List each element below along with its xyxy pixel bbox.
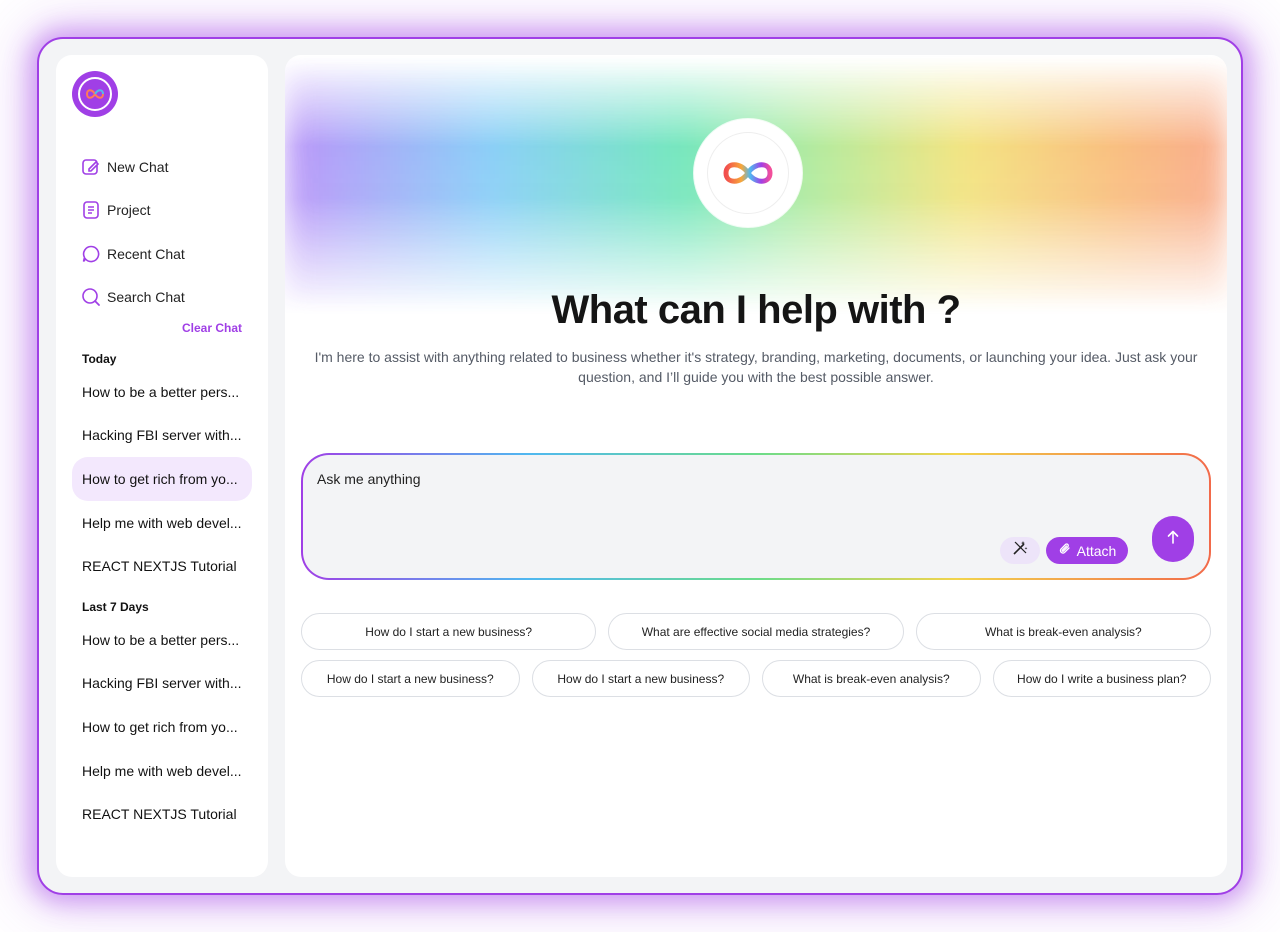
chat-history-item[interactable]: REACT NEXTJS Tutorial — [72, 544, 252, 588]
suggestion-chip[interactable]: What is break-even analysis? — [762, 660, 981, 697]
infinity-logo-icon — [707, 132, 789, 214]
recent-chat-button[interactable]: Recent Chat — [80, 232, 250, 276]
page-title: What can I help with ? — [551, 288, 962, 332]
prompt-input[interactable] — [317, 471, 1017, 487]
send-button[interactable] — [1152, 516, 1194, 562]
chat-history-item-active[interactable]: How to get rich from yo... — [72, 457, 252, 501]
suggestion-chip[interactable]: How do I start a new business? — [531, 660, 750, 697]
chat-history-item[interactable]: Hacking FBI server with... — [72, 662, 252, 706]
chat-composer: Attach — [301, 453, 1211, 580]
nav-label: New Chat — [107, 158, 169, 175]
magic-wand-icon — [1011, 539, 1029, 562]
paperclip-icon — [1058, 542, 1072, 559]
search-icon — [80, 286, 102, 308]
suggestion-row-1: How do I start a new business? What are … — [301, 613, 1211, 650]
composer-body: Attach — [303, 455, 1209, 578]
nav-label: Project — [107, 202, 151, 219]
chat-history-item[interactable]: How to be a better pers... — [72, 618, 252, 662]
sidebar: New Chat Project Recent Chat Search Chat — [56, 55, 268, 877]
chat-history-item[interactable]: Hacking FBI server with... — [72, 414, 252, 458]
chat-history-item[interactable]: Help me with web devel... — [72, 501, 252, 545]
page-subtitle: I'm here to assist with anything related… — [314, 349, 1198, 385]
suggestion-chip[interactable]: How do I start a new business? — [301, 613, 597, 650]
infinity-logo-icon — [78, 77, 112, 111]
magic-wand-button[interactable] — [1000, 537, 1040, 564]
today-chat-list: How to be a better pers... Hacking FBI s… — [72, 370, 252, 588]
new-chat-button[interactable]: New Chat — [80, 145, 250, 189]
suggestion-chip[interactable]: How do I write a business plan? — [992, 660, 1211, 697]
search-chat-button[interactable]: Search Chat — [80, 276, 250, 320]
suggestion-row-2: How do I start a new business? How do I … — [301, 660, 1211, 697]
app-logo[interactable] — [72, 71, 118, 117]
chat-bubble-icon — [80, 243, 102, 265]
section-title-last-7-days: Last 7 Days — [82, 600, 149, 614]
nav-label: Recent Chat — [107, 245, 185, 262]
sidebar-nav: New Chat Project Recent Chat Search Chat — [80, 145, 250, 319]
chat-history-item[interactable]: REACT NEXTJS Tutorial — [72, 792, 252, 836]
nav-label: Search Chat — [107, 289, 185, 306]
attach-label: Attach — [1076, 542, 1117, 559]
edit-icon — [80, 156, 102, 178]
arrow-up-icon — [1165, 529, 1181, 550]
app-window: New Chat Project Recent Chat Search Chat — [37, 37, 1243, 895]
last-7-days-chat-list: How to be a better pers... Hacking FBI s… — [72, 618, 252, 836]
clear-chat-link[interactable]: Clear Chat — [182, 321, 242, 335]
attach-button[interactable]: Attach — [1046, 537, 1128, 564]
chat-history-item[interactable]: How to get rich from yo... — [72, 705, 252, 749]
main-panel: What can I help with ? I'm here to assis… — [285, 55, 1227, 877]
suggestion-chip[interactable]: What are effective social media strategi… — [608, 613, 904, 650]
section-title-today: Today — [82, 352, 117, 366]
chat-history-item[interactable]: Help me with web devel... — [72, 749, 252, 793]
hero-logo — [694, 119, 802, 227]
document-icon — [80, 199, 102, 221]
suggestion-chip[interactable]: What is break-even analysis? — [915, 613, 1211, 650]
suggestion-chip[interactable]: How do I start a new business? — [301, 660, 520, 697]
project-button[interactable]: Project — [80, 189, 250, 233]
chat-history-item[interactable]: How to be a better pers... — [72, 370, 252, 414]
